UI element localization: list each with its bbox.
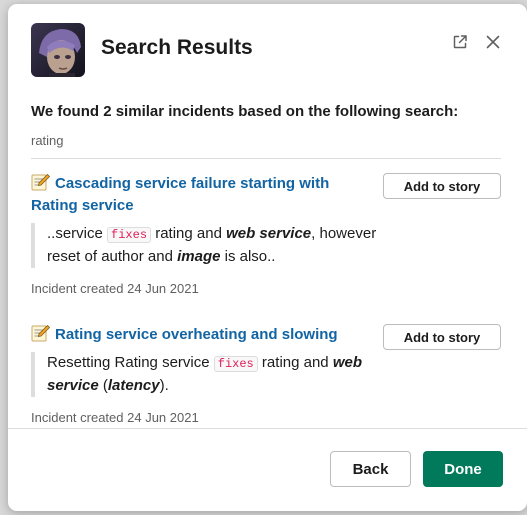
incident-item: Rating service overheating and slowing A… <box>31 324 501 425</box>
snippet-text: ..service <box>47 225 108 242</box>
incident-item: Cascading service failure starting with … <box>31 173 501 296</box>
done-button[interactable]: Done <box>423 451 503 487</box>
add-to-story-button[interactable]: Add to story <box>383 324 501 350</box>
close-icon[interactable] <box>481 30 505 54</box>
snippet-text: rating and <box>151 225 227 242</box>
snippet-text: ). <box>159 377 169 394</box>
add-to-story-button[interactable]: Add to story <box>383 173 501 199</box>
incident-created-date: Incident created 24 Jun 2021 <box>31 281 199 296</box>
incident-snippet: ..service fixes rating and web service, … <box>31 223 377 268</box>
avatar <box>31 23 85 77</box>
search-query: rating <box>31 133 64 148</box>
external-link-icon[interactable] <box>448 30 472 54</box>
modal-title: Search Results <box>101 36 253 59</box>
snippet-emphasis: latency <box>107 377 160 394</box>
snippet-text: ( <box>98 377 108 394</box>
memo-icon <box>31 173 51 191</box>
back-button[interactable]: Back <box>330 451 411 487</box>
divider <box>31 158 501 159</box>
search-results-modal: Search Results We found 2 similar incide… <box>8 4 527 511</box>
incident-title-link[interactable]: Cascading service failure starting with … <box>31 175 329 214</box>
snippet-text: Resetting Rating service <box>47 354 214 371</box>
incident-title-row: Rating service overheating and slowing A… <box>31 324 501 350</box>
snippet-code: fixes <box>107 227 152 243</box>
snippet-emphasis: web service <box>226 225 312 242</box>
snippet-text: rating and <box>257 354 333 371</box>
modal-header: Search Results <box>8 4 527 92</box>
incident-snippet: Resetting Rating service fixes rating an… <box>31 352 377 397</box>
snippet-emphasis: image <box>177 248 221 265</box>
memo-icon <box>31 324 51 342</box>
results-intro: We found 2 similar incidents based on th… <box>31 103 459 120</box>
incident-title-link[interactable]: Rating service overheating and slowing <box>55 326 338 343</box>
snippet-code: fixes <box>213 356 258 372</box>
incident-created-date: Incident created 24 Jun 2021 <box>31 410 199 425</box>
snippet-text: is also.. <box>220 248 276 265</box>
incident-title-row: Cascading service failure starting with … <box>31 173 501 217</box>
modal-footer: Back Done <box>8 428 527 511</box>
modal-body: We found 2 similar incidents based on th… <box>31 102 501 425</box>
